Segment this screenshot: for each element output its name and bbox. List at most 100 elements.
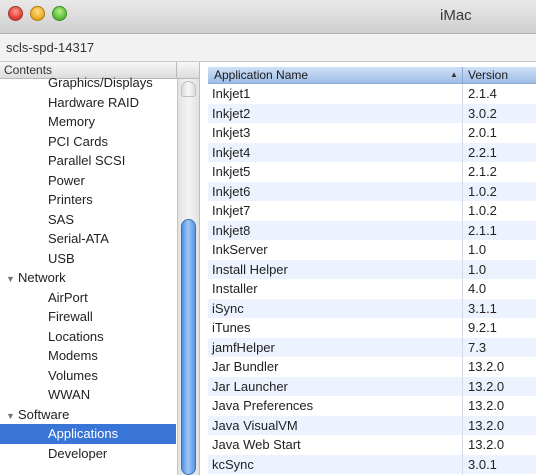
sidebar-item-modems[interactable]: Modems — [0, 346, 176, 366]
version-cell: 2.1.1 — [468, 222, 497, 238]
sidebar-item-memory[interactable]: Memory — [0, 112, 176, 132]
table-row[interactable]: Inkjet3 2.0.1 — [208, 123, 536, 143]
version-cell: 2.1.4 — [468, 86, 497, 101]
application-name-cell: Java Web Start — [212, 437, 301, 452]
table-row[interactable]: Inkjet6 1.0.2 — [208, 181, 536, 201]
sidebar-item-printers[interactable]: Printers — [0, 190, 176, 210]
table-row[interactable]: Inkjet1 2.1.4 — [208, 84, 536, 104]
table-row[interactable]: Java Web Start 13.2.0 — [208, 435, 536, 455]
sidebar-item-locations[interactable]: Locations — [0, 327, 176, 347]
sidebar: Contents Graphics/Displays Hardware RAID M… — [0, 62, 200, 475]
sidebar-item-label: PCI Cards — [48, 133, 108, 149]
applications-table: Inkjet1 2.1.4 Inkjet2 3.0.2 Inkjet3 2.0.1 Inkj… — [208, 84, 536, 474]
column-header-version[interactable]: Version — [468, 68, 508, 82]
sidebar-item-label: Modems — [48, 348, 98, 363]
sidebar-item-network[interactable]: ▼ Network — [0, 268, 176, 288]
sidebar-item-parallel-scsi[interactable]: Parallel SCSI — [0, 151, 176, 171]
table-row[interactable]: jamfHelper 7.3 — [208, 337, 536, 357]
table-row[interactable]: InkServer 1.0 — [208, 240, 536, 260]
sidebar-item-hardware-raid[interactable]: Hardware RAID — [0, 93, 176, 113]
sidebar-scrollbar[interactable] — [177, 79, 199, 475]
version-cell: 7.3 — [468, 339, 487, 355]
minimize-window-button[interactable] — [30, 6, 45, 21]
table-row[interactable]: Jar Bundler 13.2.0 — [208, 357, 536, 377]
version-cell: 2.1.2 — [468, 164, 497, 179]
version-cell: 1.0.2 — [468, 183, 497, 199]
sidebar-item-usb[interactable]: USB — [0, 249, 176, 269]
application-name-cell: Inkjet1 — [212, 86, 251, 101]
sidebar-item-label: Hardware RAID — [48, 94, 140, 110]
table-row[interactable]: iTunes 9.2.1 — [208, 318, 536, 338]
version-cell: 13.2.0 — [468, 398, 505, 413]
column-separator[interactable] — [462, 67, 463, 83]
application-name-cell: Java VisualVM — [212, 417, 298, 433]
table-row[interactable]: kcSync 3.0.1 — [208, 454, 536, 474]
table-row[interactable]: Installer 4.0 — [208, 279, 536, 299]
version-cell: 4.0 — [468, 281, 487, 296]
scroll-track-cap — [181, 81, 196, 97]
application-name-cell: kcSync — [212, 456, 254, 472]
table-row[interactable]: Install Helper 1.0 — [208, 259, 536, 279]
sidebar-item-serial-ata[interactable]: Serial-ATA — [0, 229, 176, 249]
sidebar-item-graphics-displays[interactable]: Graphics/Displays — [0, 73, 176, 93]
sidebar-item-label: AirPort — [48, 289, 88, 305]
application-name-cell: Inkjet2 — [212, 105, 251, 121]
zoom-window-button[interactable] — [52, 6, 67, 21]
application-name-cell: Inkjet3 — [212, 125, 251, 140]
application-name-cell: Java Preferences — [212, 398, 314, 413]
table-row[interactable]: Inkjet5 2.1.2 — [208, 162, 536, 182]
table-row[interactable]: Java VisualVM 13.2.0 — [208, 415, 536, 435]
version-cell: 1.0.2 — [468, 203, 497, 218]
sidebar-item-label: USB — [48, 250, 75, 266]
sidebar-item-label: Graphics/Displays — [48, 75, 153, 90]
sidebar-item-label: Serial-ATA — [48, 231, 109, 246]
contents-tree: Graphics/Displays Hardware RAID Memory PCI … — [0, 75, 176, 464]
version-cell: 1.0 — [468, 261, 487, 277]
sidebar-item-pci-cards[interactable]: PCI Cards — [0, 132, 176, 152]
application-name-cell: iTunes — [212, 320, 251, 335]
table-row[interactable]: Inkjet2 3.0.2 — [208, 103, 536, 123]
table-row[interactable]: iSync 3.1.1 — [208, 298, 536, 318]
sidebar-item-developer[interactable]: Developer — [0, 444, 176, 464]
sidebar-item-label: Volumes — [48, 367, 98, 383]
application-name-cell: iSync — [212, 300, 244, 316]
host-name: scls-spd-14317 — [6, 40, 95, 55]
application-name-cell: Installer — [212, 281, 258, 296]
sidebar-item-label: Firewall — [48, 309, 93, 324]
sidebar-item-firewall[interactable]: Firewall — [0, 307, 176, 327]
applications-panel: Application Name ▲ Version Inkjet1 2.1.4 I… — [200, 62, 536, 475]
application-name-cell: Jar Bundler — [212, 359, 279, 374]
application-name-cell: Jar Launcher — [212, 378, 288, 394]
sidebar-item-label: Memory — [48, 114, 95, 129]
version-cell: 13.2.0 — [468, 437, 505, 452]
window-title: iMac — [440, 7, 472, 24]
sidebar-item-label: Parallel SCSI — [48, 153, 126, 168]
application-name-cell: Inkjet5 — [212, 164, 251, 179]
sidebar-item-airport[interactable]: AirPort — [0, 288, 176, 308]
table-row[interactable]: Jar Launcher 13.2.0 — [208, 376, 536, 396]
column-header-application-name[interactable]: Application Name — [214, 68, 308, 82]
column-divider-line — [462, 84, 463, 475]
application-name-cell: Install Helper — [212, 261, 288, 277]
close-window-button[interactable] — [8, 6, 23, 21]
sidebar-item-label: Power — [48, 172, 85, 188]
sidebar-item-power[interactable]: Power — [0, 171, 176, 191]
application-name-cell: Inkjet4 — [212, 144, 251, 160]
table-row[interactable]: Java Preferences 13.2.0 — [208, 396, 536, 416]
sidebar-item-volumes[interactable]: Volumes — [0, 366, 176, 386]
application-name-cell: jamfHelper — [212, 339, 275, 355]
sidebar-item-wwan[interactable]: WWAN — [0, 385, 176, 405]
scroll-thumb[interactable] — [181, 219, 196, 475]
table-row[interactable]: Inkjet8 2.1.1 — [208, 220, 536, 240]
table-row[interactable]: Inkjet4 2.2.1 — [208, 142, 536, 162]
version-cell: 2.2.1 — [468, 144, 497, 160]
sidebar-item-applications[interactable]: Applications — [0, 424, 176, 444]
application-name-cell: Inkjet6 — [212, 183, 251, 199]
sidebar-item-sas[interactable]: SAS — [0, 210, 176, 230]
sidebar-item-label: Locations — [48, 328, 104, 344]
sidebar-item-label: Applications — [48, 426, 119, 441]
title-bar: iMac — [0, 0, 536, 34]
table-row[interactable]: Inkjet7 1.0.2 — [208, 201, 536, 221]
sidebar-item-software[interactable]: ▼ Software — [0, 405, 176, 425]
version-cell: 3.0.2 — [468, 105, 497, 121]
